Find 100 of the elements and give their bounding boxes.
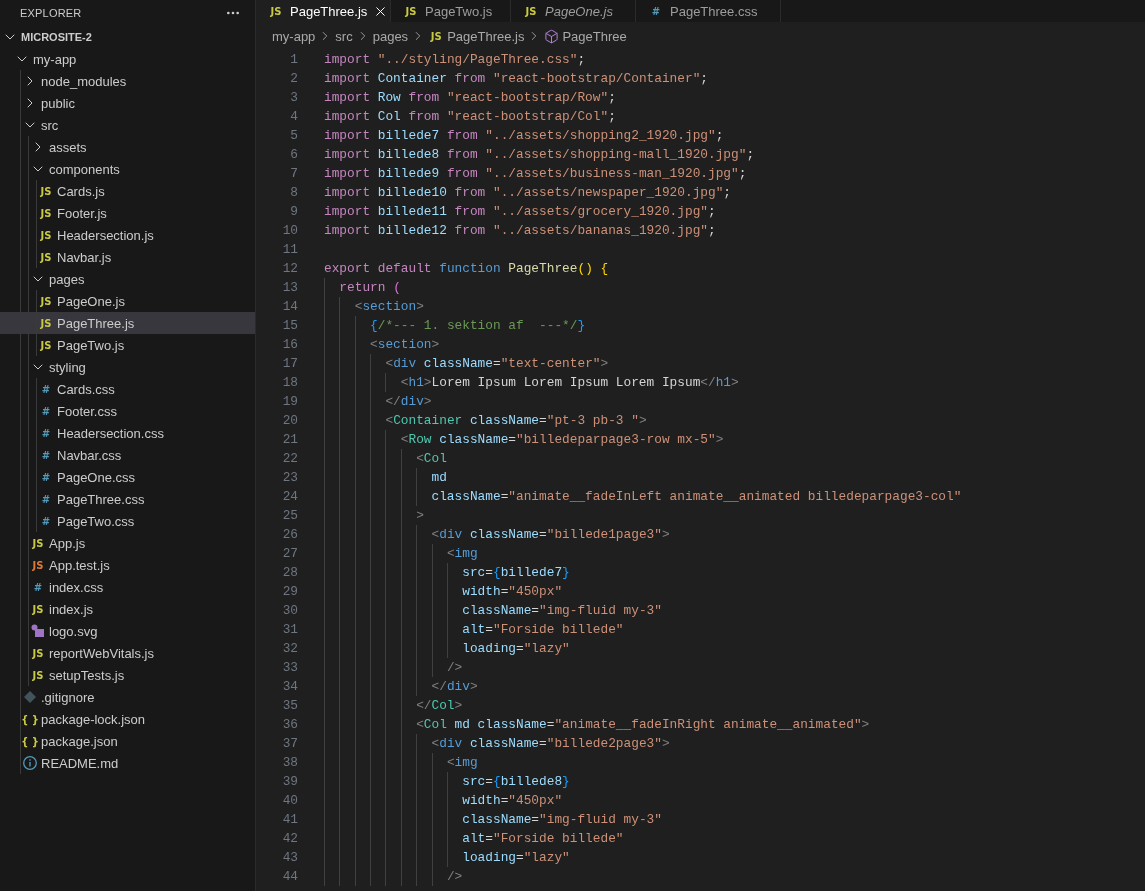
cube-icon xyxy=(544,28,560,44)
line-number: 37 xyxy=(281,736,298,751)
file-type-icon: # xyxy=(38,471,54,483)
line-number: 30 xyxy=(281,603,298,618)
file-type-icon: # xyxy=(38,493,54,505)
line-number: 10 xyxy=(281,223,298,238)
code-line: <img xyxy=(446,545,478,563)
breadcrumb-item[interactable]: my-app xyxy=(272,28,316,44)
breadcrumb-item[interactable]: PageThree xyxy=(562,28,627,44)
line-number: 21 xyxy=(281,432,298,447)
line-number: 15 xyxy=(281,318,298,333)
file-item[interactable]: JS Headersection.js xyxy=(0,224,255,246)
line-number: 7 xyxy=(289,166,298,181)
file-item[interactable]: # Navbar.css xyxy=(0,444,255,466)
code-line: import Row from "react-bootstrap/Row"; xyxy=(324,89,616,107)
code-line: <div className="text-center"> xyxy=(385,355,609,373)
line-number: 16 xyxy=(281,337,298,352)
code-line: <Col md className="animate__fadeInRight animate__animated"> xyxy=(416,716,870,734)
file-item[interactable]: JS PageOne.js xyxy=(0,290,255,312)
file-item[interactable]: { } package-lock.json xyxy=(0,708,255,730)
code-line: width="450px" xyxy=(462,792,563,810)
code-line: </div> xyxy=(385,393,432,411)
line-number: 27 xyxy=(281,546,298,561)
breadcrumb-item[interactable]: src xyxy=(335,28,353,44)
folder-item[interactable]: src xyxy=(0,114,255,136)
line-number: 43 xyxy=(281,850,298,865)
code-line: <img xyxy=(446,754,478,772)
file-item[interactable]: # PageOne.css xyxy=(0,466,255,488)
file-item[interactable]: .gitignore xyxy=(0,686,255,708)
file-item[interactable]: logo.svg xyxy=(0,620,255,642)
folder-item[interactable]: styling xyxy=(0,356,255,378)
file-item[interactable]: # PageTwo.css xyxy=(0,510,255,532)
code-line: <div className="billede1page3"> xyxy=(431,526,670,544)
line-number: 29 xyxy=(281,584,298,599)
folder-item[interactable]: pages xyxy=(0,268,255,290)
code-line: return ( xyxy=(339,279,401,297)
breadcrumb-item[interactable]: PageThree.js xyxy=(447,28,525,44)
file-item[interactable]: JS App.js xyxy=(0,532,255,554)
line-number: 26 xyxy=(281,527,298,542)
file-item[interactable]: # Headersection.css xyxy=(0,422,255,444)
line-number: 14 xyxy=(281,299,298,314)
folder-item[interactable]: my-app xyxy=(0,48,255,70)
code-line: className="img-fluid my-3" xyxy=(462,811,662,829)
code-line: import billede7 from "../assets/shopping2_1920.jpg"; xyxy=(324,127,724,145)
file-item[interactable]: JS setupTests.js xyxy=(0,664,255,686)
editor-tab[interactable]: JS PageThree.js xyxy=(256,0,391,22)
breadcrumb-item[interactable]: pages xyxy=(372,28,409,44)
code-line: {/*--- 1. sektion af ---*/} xyxy=(370,317,586,335)
file-type-icon: JS xyxy=(38,185,54,197)
file-type-icon: JS xyxy=(403,5,419,17)
code-line: import Col from "react-bootstrap/Col"; xyxy=(324,108,616,126)
line-number: 39 xyxy=(281,774,298,789)
code-line: </div> xyxy=(431,678,478,696)
file-type-icon: JS xyxy=(30,559,46,571)
line-number: 12 xyxy=(281,261,298,276)
file-item[interactable]: JS PageThree.js xyxy=(0,312,255,334)
line-number: 38 xyxy=(281,755,298,770)
file-type-icon: { } xyxy=(22,735,38,747)
line-number: 22 xyxy=(281,451,298,466)
code-line: > xyxy=(416,507,424,525)
folder-item[interactable]: assets xyxy=(0,136,255,158)
code-line: </Col> xyxy=(416,697,463,715)
file-type-icon: # xyxy=(38,427,54,439)
line-number: 25 xyxy=(281,508,298,523)
file-item[interactable]: JS PageTwo.js xyxy=(0,334,255,356)
file-item[interactable]: JS reportWebVitals.js xyxy=(0,642,255,664)
file-item[interactable]: # index.css xyxy=(0,576,255,598)
file-item[interactable]: JS Navbar.js xyxy=(0,246,255,268)
file-type-icon: # xyxy=(648,5,664,17)
line-number: 3 xyxy=(289,90,298,105)
file-item[interactable]: JS index.js xyxy=(0,598,255,620)
line-number: 36 xyxy=(281,717,298,732)
explorer-title: EXPLORER xyxy=(20,7,82,19)
code-line: loading="lazy" xyxy=(462,640,570,658)
file-item[interactable]: # Footer.css xyxy=(0,400,255,422)
file-item[interactable]: JS Cards.js xyxy=(0,180,255,202)
folder-item[interactable]: node_modules xyxy=(0,70,255,92)
folder-item[interactable]: components xyxy=(0,158,255,180)
file-item[interactable]: # Cards.css xyxy=(0,378,255,400)
file-type-icon: # xyxy=(38,383,54,395)
folder-item[interactable]: MICROSITE-2 xyxy=(0,26,255,48)
line-number: 24 xyxy=(281,489,298,504)
file-type-icon: JS xyxy=(30,647,46,659)
code-line: className="img-fluid my-3" xyxy=(462,602,662,620)
file-type-icon: JS xyxy=(268,5,284,17)
file-type-icon: JS xyxy=(38,207,54,219)
code-line: loading="lazy" xyxy=(462,849,570,867)
file-item[interactable]: { } package.json xyxy=(0,730,255,752)
line-number: 40 xyxy=(281,793,298,808)
line-number: 17 xyxy=(281,356,298,371)
file-item[interactable]: # PageThree.css xyxy=(0,488,255,510)
code-line: export default function PageThree() { xyxy=(324,260,609,278)
folder-item[interactable]: public xyxy=(0,92,255,114)
code-line: src={billede7} xyxy=(462,564,570,582)
file-item[interactable]: JS App.test.js xyxy=(0,554,255,576)
file-item[interactable]: JS Footer.js xyxy=(0,202,255,224)
file-item[interactable]: README.md xyxy=(0,752,255,774)
line-number: 41 xyxy=(281,812,298,827)
line-number: 23 xyxy=(281,470,298,485)
line-number: 4 xyxy=(289,109,298,124)
